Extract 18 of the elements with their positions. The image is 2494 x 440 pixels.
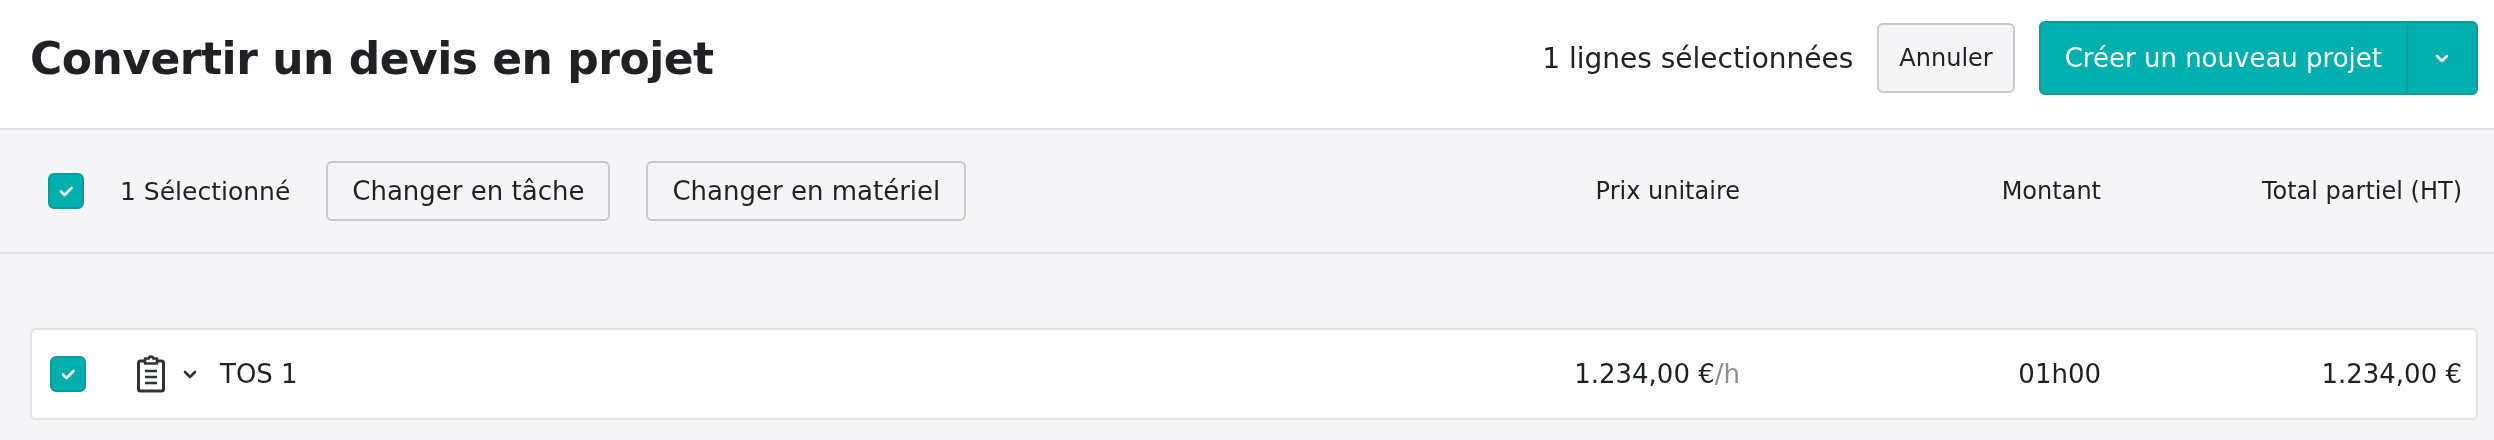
clipboard-icon <box>136 355 166 393</box>
change-type-button[interactable]: Changer en matériel <box>646 161 967 221</box>
select-all-checkbox[interactable] <box>48 173 84 209</box>
column-header: Montant <box>2000 177 2101 205</box>
selected-count: 1 Sélectionné <box>120 176 291 206</box>
item-name: TOS 1 <box>220 359 298 389</box>
column-header: Total partiel (HT) <box>2260 177 2462 205</box>
row-checkbox[interactable] <box>50 356 86 392</box>
change-type-button[interactable]: Changer en tâche <box>326 161 611 221</box>
line-item-row[interactable]: TOS 1 1.234,00 €/h 01h00 1.234,00 € <box>30 328 2478 420</box>
unit-price: 1.234,00 € <box>1574 359 1715 389</box>
cancel-button[interactable]: Annuler <box>1877 23 2015 93</box>
column-header: Prix unitaire <box>1594 177 1740 205</box>
page-title: Convertir un devis en projet <box>30 32 714 84</box>
price-unit: /h <box>1714 359 1740 389</box>
amount: 01h00 <box>2018 359 2101 389</box>
subtotal: 1.234,00 € <box>2321 359 2462 389</box>
selection-count: 1 lignes sélectionnées <box>1542 41 1854 75</box>
